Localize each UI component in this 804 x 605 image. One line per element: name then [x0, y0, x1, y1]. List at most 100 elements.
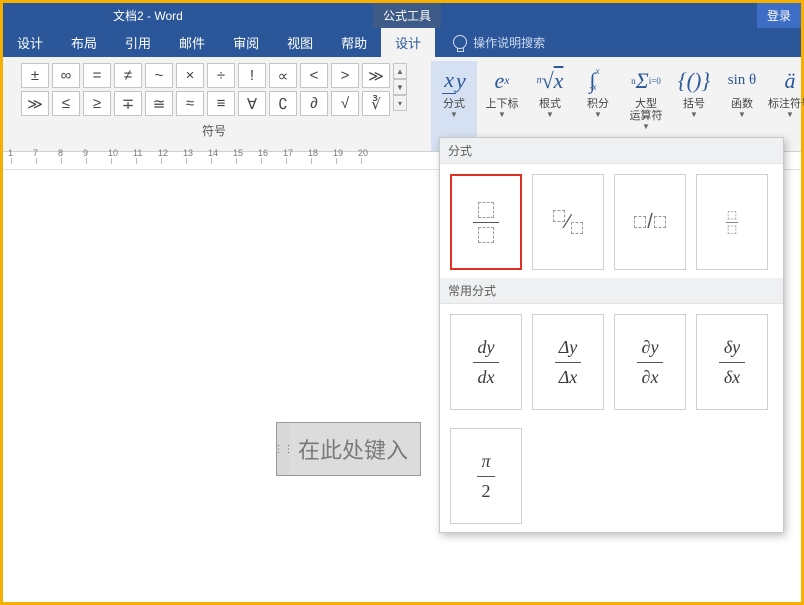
contextual-tab-badge: 公式工具 — [373, 3, 441, 28]
ruler-tick: 20 — [358, 148, 368, 158]
symbol-inf[interactable]: ∞ — [52, 63, 80, 88]
tab-references[interactable]: 引用 — [111, 26, 165, 59]
symbol-prop[interactable]: ∝ — [269, 63, 297, 88]
tab-layout[interactable]: 布局 — [57, 26, 111, 59]
common-fractions-row1: dy dx Δy Δx ∂y ∂x δy δx — [440, 304, 783, 418]
fraction-top: Δy — [559, 337, 578, 358]
symbol-compl[interactable]: ∁ — [269, 91, 297, 116]
ruler-tick: 19 — [333, 148, 343, 158]
symbol-cbrt[interactable]: ∛ — [362, 91, 390, 116]
symbol-sqrt[interactable]: √ — [331, 91, 359, 116]
symbol-forall[interactable]: ∀ — [238, 91, 266, 116]
ruler-tick: 9 — [83, 148, 88, 158]
symbol-approx[interactable]: ≈ — [176, 91, 204, 116]
equation-grip-icon[interactable]: ⋮⋮ — [277, 423, 290, 475]
struct-script-label: 上下标 — [479, 98, 525, 110]
login-button[interactable]: 登录 — [757, 3, 801, 28]
fraction-line-icon — [555, 362, 581, 363]
fraction-deltaY-deltaX[interactable]: δy δx — [696, 314, 768, 410]
document-title: 文档2 - Word — [113, 7, 183, 24]
integral-icon: ∫x-x — [575, 63, 621, 98]
symbol-lt[interactable]: < — [300, 63, 328, 88]
placeholder-box-icon — [478, 227, 494, 243]
ruler-tick: 13 — [183, 148, 193, 158]
fraction-bot: Δx — [559, 367, 578, 388]
symbol-ggt[interactable]: ≫ — [362, 63, 390, 88]
slash-icon: ∕ — [566, 211, 569, 234]
fraction-stacked[interactable] — [450, 174, 522, 270]
placeholder-box-icon — [553, 210, 565, 222]
fraction-pi-2[interactable]: π 2 — [450, 428, 522, 524]
symbol-cong[interactable]: ≅ — [145, 91, 173, 116]
ruler-tick: 18 — [308, 148, 318, 158]
dropdown-section-fraction: 分式 — [440, 138, 783, 164]
dropdown-section-common: 常用分式 — [440, 278, 783, 304]
ruler-tick: 17 — [283, 148, 293, 158]
tab-design1[interactable]: 设计 — [3, 26, 57, 59]
fraction-DeltaY-DeltaX[interactable]: Δy Δx — [532, 314, 604, 410]
ruler-tick: 10 — [108, 148, 118, 158]
tell-me-label: 操作说明搜索 — [473, 34, 545, 51]
chevron-down-icon: ▼ — [431, 110, 477, 119]
symbol-mp[interactable]: ∓ — [114, 91, 142, 116]
fraction-linear[interactable]: / — [614, 174, 686, 270]
symbol-equiv[interactable]: ≡ — [207, 91, 235, 116]
placeholder-box-icon — [728, 210, 736, 218]
fraction-line-icon — [637, 362, 663, 363]
symbols-more[interactable]: ▾ — [393, 95, 407, 111]
symbol-neq[interactable]: ≠ — [114, 63, 142, 88]
fraction-partialY-partialX[interactable]: ∂y ∂x — [614, 314, 686, 410]
chevron-down-icon: ▼ — [623, 122, 669, 131]
placeholder-box-icon — [728, 225, 736, 233]
struct-bracket-label: 括号 — [671, 98, 717, 110]
struct-accent-label: 标注符号 — [767, 98, 804, 110]
fraction-line-icon — [473, 222, 499, 223]
symbol-gt[interactable]: > — [331, 63, 359, 88]
symbols-grid: ± ∞ = ≠ ~ × ÷ ! ∝ < > ≫ ≫ ≤ ≥ ∓ ≅ ≈ ≡ ∀ — [21, 63, 390, 116]
sum-icon: nΣi=0 — [623, 63, 669, 98]
symbol-pm[interactable]: ± — [21, 63, 49, 88]
equation-placeholder[interactable]: ⋮⋮ 在此处键入 — [276, 422, 421, 476]
symbols-group-label: 符号 — [21, 122, 407, 139]
symbol-times[interactable]: × — [176, 63, 204, 88]
chevron-down-icon: ▼ — [575, 110, 621, 119]
ruler-tick: 15 — [233, 148, 243, 158]
script-icon: ex — [479, 63, 525, 98]
chevron-down-icon: ▼ — [527, 110, 573, 119]
fraction-skewed[interactable]: ∕ — [532, 174, 604, 270]
ruler-tick: 1 — [8, 148, 13, 158]
struct-function-label: 函数 — [719, 98, 765, 110]
symbol-partial[interactable]: ∂ — [300, 91, 328, 116]
symbol-tilde[interactable]: ~ — [145, 63, 173, 88]
tab-review[interactable]: 审阅 — [219, 26, 273, 59]
placeholder-box-icon — [571, 222, 583, 234]
symbols-scroll-up[interactable]: ▲ — [393, 63, 407, 79]
tab-mail[interactable]: 邮件 — [165, 26, 219, 59]
placeholder-box-icon — [654, 216, 666, 228]
symbol-le[interactable]: ≤ — [52, 91, 80, 116]
fraction-bot: 2 — [482, 481, 491, 502]
symbols-scroll-down[interactable]: ▼ — [393, 79, 407, 95]
tab-equation-design[interactable]: 设计 — [381, 26, 435, 59]
fraction-small[interactable] — [696, 174, 768, 270]
chevron-down-icon: ▼ — [479, 110, 525, 119]
struct-largeop-label: 大型 运算符 — [623, 98, 669, 122]
tab-help[interactable]: 帮助 — [327, 26, 381, 59]
symbol-eq[interactable]: = — [83, 63, 111, 88]
ruler-tick: 12 — [158, 148, 168, 158]
ruler-tick: 8 — [58, 148, 63, 158]
accent-icon: ä — [767, 63, 804, 98]
symbol-excl[interactable]: ! — [238, 63, 266, 88]
tab-view[interactable]: 视图 — [273, 26, 327, 59]
symbol-div[interactable]: ÷ — [207, 63, 235, 88]
fraction-top: dy — [478, 337, 495, 358]
fraction-bot: dx — [478, 367, 495, 388]
tell-me-search[interactable]: 操作说明搜索 — [453, 34, 545, 51]
symbol-ggt2[interactable]: ≫ — [21, 91, 49, 116]
symbol-ge[interactable]: ≥ — [83, 91, 111, 116]
radical-icon: n√x — [527, 63, 573, 98]
equation-placeholder-text: 在此处键入 — [290, 423, 420, 475]
fraction-dropdown: 分式 ∕ / — [439, 137, 784, 533]
fraction-dy-dx[interactable]: dy dx — [450, 314, 522, 410]
fraction-line-icon — [726, 222, 739, 223]
